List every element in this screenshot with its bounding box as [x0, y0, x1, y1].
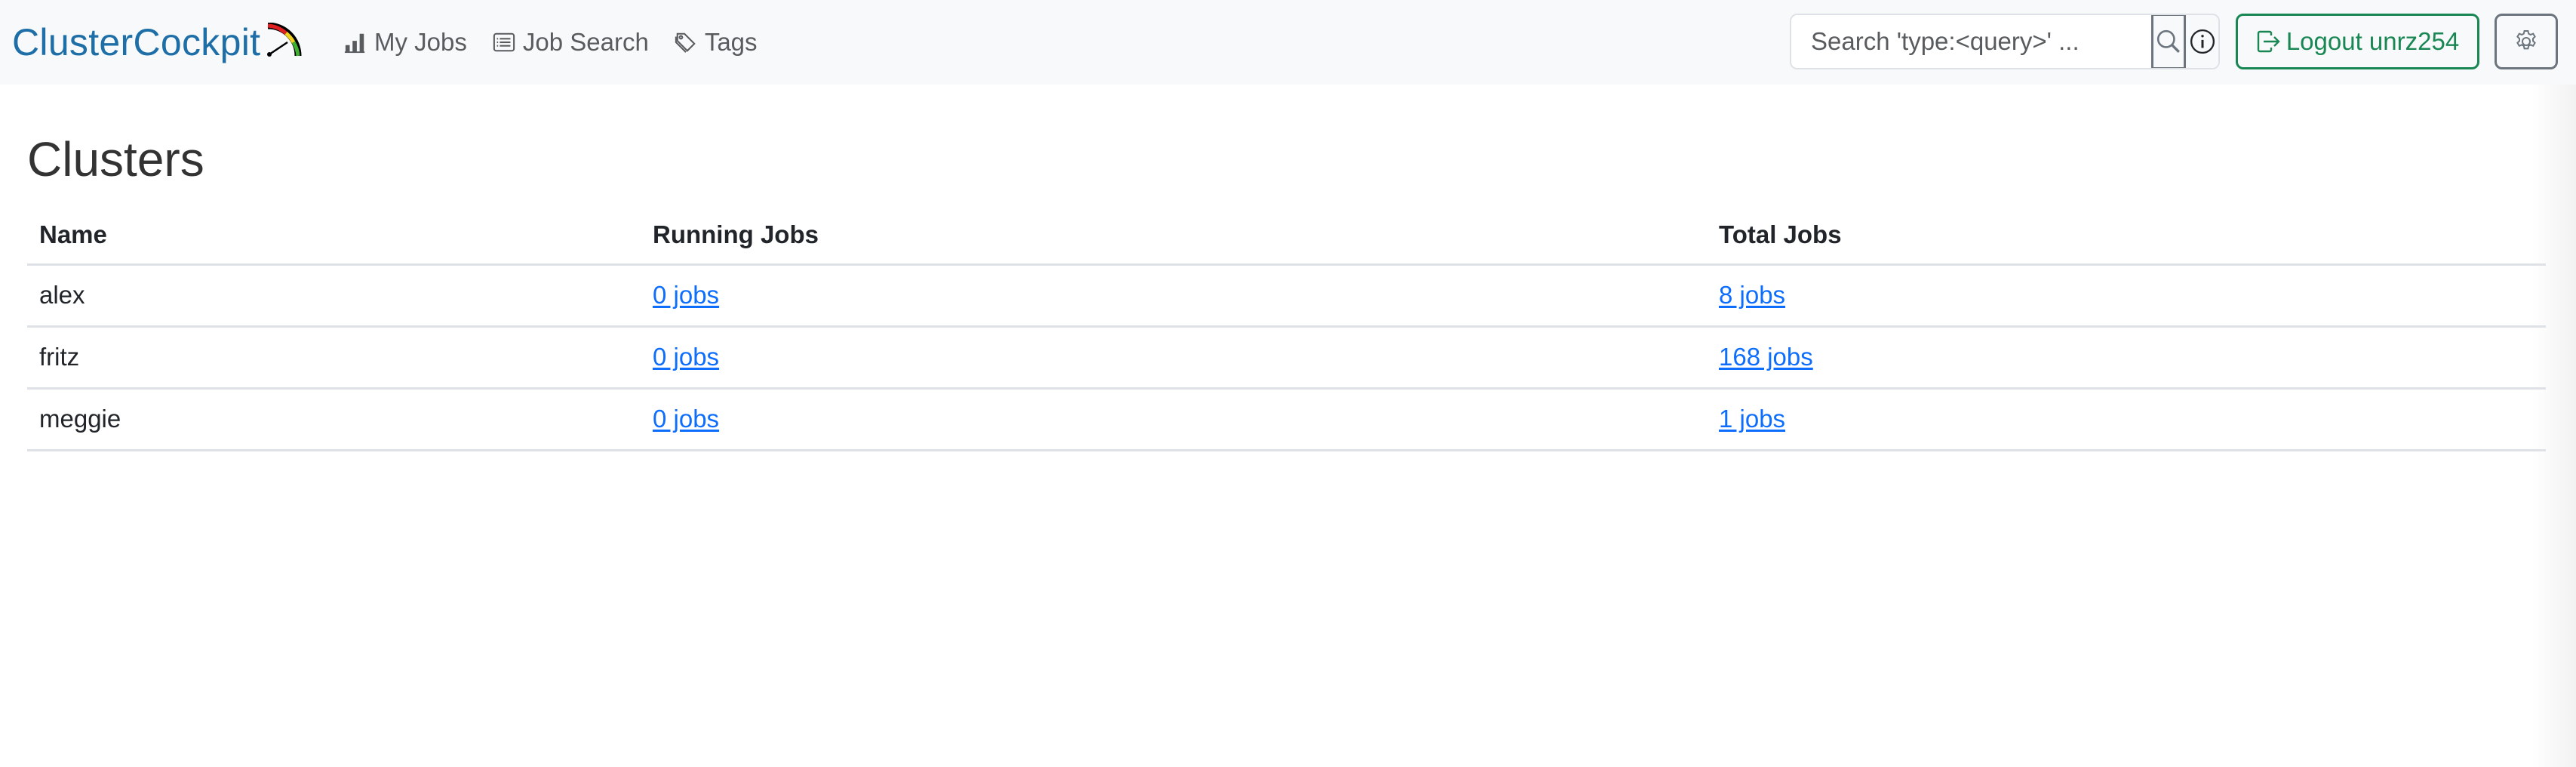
- logout-button[interactable]: Logout unrz254: [2236, 14, 2479, 69]
- box-arrow-right-icon: [2257, 30, 2280, 53]
- nav-tags-label: Tags: [704, 28, 758, 56]
- table-row: alex 0 jobs 8 jobs: [27, 264, 2546, 328]
- table-header-row: Name Running Jobs Total Jobs: [27, 207, 2546, 266]
- main-nav: My Jobs Job Search Tags: [344, 23, 783, 62]
- list-icon: [493, 32, 515, 52]
- total-jobs-link[interactable]: 168 jobs: [1719, 343, 1813, 371]
- running-jobs-link[interactable]: 0 jobs: [653, 281, 719, 309]
- nav-job-search[interactable]: Job Search: [493, 28, 649, 57]
- gauge-icon: [267, 23, 302, 57]
- cluster-name: alex: [27, 264, 641, 328]
- column-header-total-jobs: Total Jobs: [1707, 207, 2546, 266]
- table-row: fritz 0 jobs 168 jobs: [27, 326, 2546, 390]
- search-info-button[interactable]: [2186, 15, 2218, 68]
- total-jobs-link[interactable]: 1 jobs: [1719, 405, 1785, 433]
- column-header-name: Name: [27, 207, 641, 266]
- search-button[interactable]: [2151, 15, 2187, 68]
- running-jobs-link[interactable]: 0 jobs: [653, 405, 719, 433]
- nav-tags[interactable]: Tags: [675, 28, 758, 57]
- settings-button[interactable]: [2495, 14, 2558, 69]
- cluster-name: meggie: [27, 388, 641, 451]
- search-group: [1790, 14, 2220, 69]
- page-title: Clusters: [27, 132, 204, 186]
- search-icon: [2157, 29, 2181, 54]
- brand-link[interactable]: ClusterCockpit: [12, 18, 303, 66]
- column-header-running-jobs: Running Jobs: [641, 207, 1707, 266]
- nav-my-jobs-label: My Jobs: [374, 28, 467, 56]
- info-icon: [2190, 29, 2215, 54]
- gear-icon: [2516, 30, 2536, 50]
- clusters-table: Name Running Jobs Total Jobs alex 0 jobs…: [27, 207, 2546, 451]
- running-jobs-link[interactable]: 0 jobs: [653, 343, 719, 371]
- total-jobs-link[interactable]: 8 jobs: [1719, 281, 1785, 309]
- bar-chart-icon: [344, 33, 365, 54]
- table-row: meggie 0 jobs 1 jobs: [27, 388, 2546, 451]
- nav-my-jobs[interactable]: My Jobs: [344, 28, 467, 57]
- tags-icon: [675, 32, 696, 53]
- logout-label: Logout unrz254: [2286, 27, 2460, 55]
- cluster-name: fritz: [27, 326, 641, 390]
- navbar: ClusterCockpit My Jobs Job Search Tags S…: [0, 0, 2576, 85]
- nav-job-search-label: Job Search: [522, 28, 649, 56]
- brand-name: ClusterCockpit: [12, 21, 261, 63]
- search-input[interactable]: [1791, 15, 2151, 68]
